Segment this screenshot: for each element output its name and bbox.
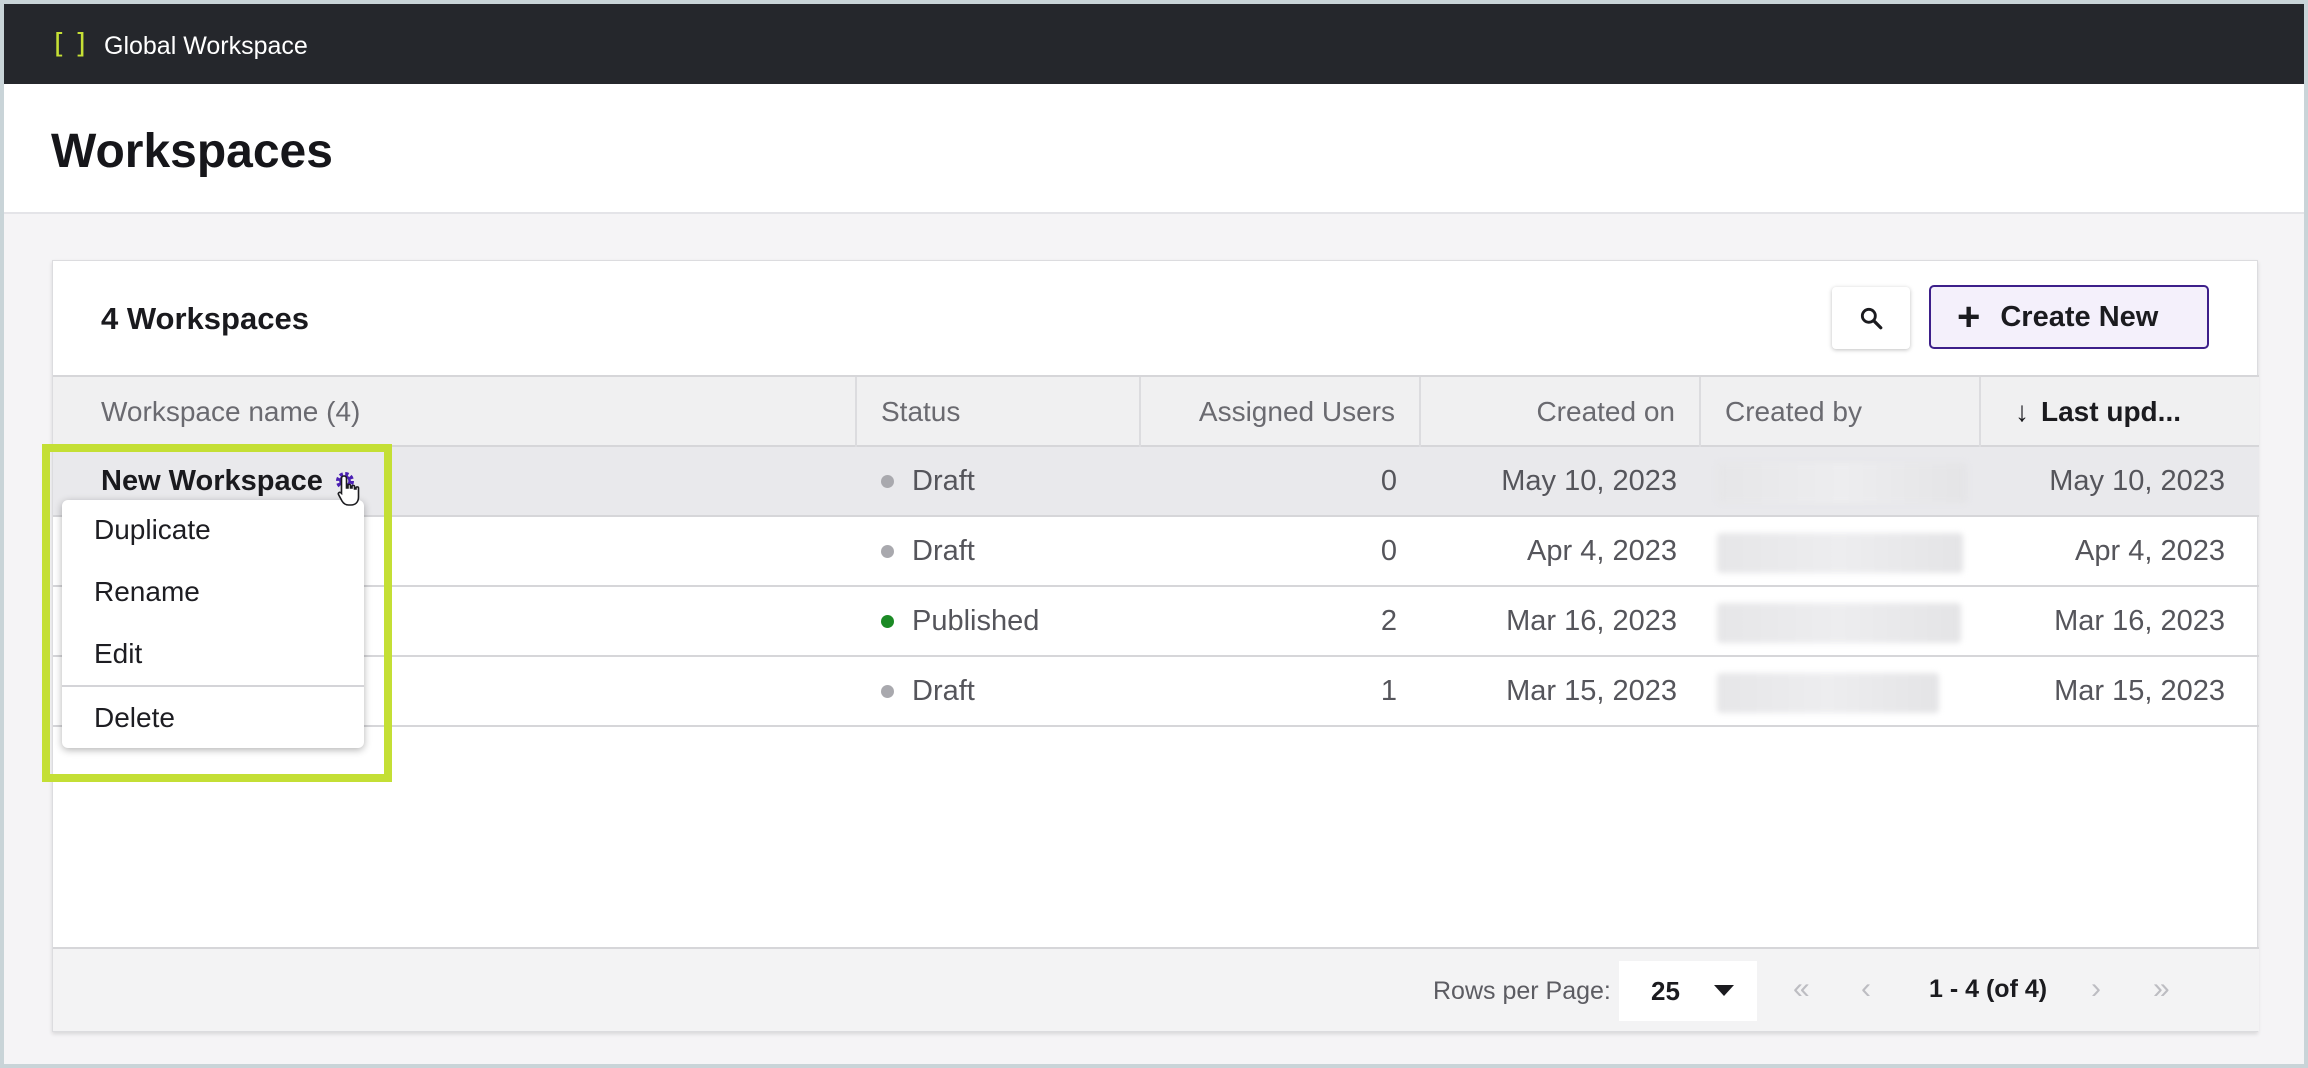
column-header-status[interactable]: Status [857,377,1141,447]
created-by-redacted [1717,673,1939,713]
create-new-button[interactable]: + Create New [1929,285,2209,349]
created-on-cell: Apr 4, 2023 [1527,534,1677,567]
rows-per-page-select[interactable]: 25 [1619,961,1757,1021]
previous-page-icon[interactable]: ‹ [1861,973,1871,1005]
created-by-redacted [1717,603,1961,643]
assigned-users-cell: 1 [1380,674,1397,707]
workspace-title[interactable]: Global Workspace [104,32,308,60]
last-updated-cell: Apr 4, 2023 [2075,534,2225,567]
status-label: Draft [912,464,975,497]
first-page-icon[interactable]: « [1793,973,1810,1005]
brand-logo-icon[interactable]: [ ] [50,27,90,60]
brand-bracket-left: [ [50,27,67,60]
rows-per-page-label: Rows per Page: [1433,977,1611,1005]
pagination-range: 1 - 4 (of 4) [1929,975,2048,1003]
status-label: Published [912,604,1040,637]
page-header: Workspaces [4,84,2304,214]
column-header-last-updated[interactable]: ↓ Last upd... [1981,377,2259,447]
last-page-icon[interactable]: » [2153,973,2170,1005]
created-by-redacted [1717,463,1967,503]
last-updated-cell: Mar 16, 2023 [2054,604,2225,637]
status-cell: Draft [881,657,975,725]
status-cell: Draft [881,517,975,585]
plus-icon: + [1957,295,1981,339]
created-on-cell: Mar 16, 2023 [1506,604,1677,637]
pagination-footer: Rows per Page: 25 « ‹ 1 - 4 (of 4) › » [53,947,2259,1031]
search-button[interactable] [1832,287,1910,349]
table-header: Workspace name (4) Status Assigned Users… [53,375,2259,447]
brand-bracket-right: ] [72,27,90,60]
status-dot-icon [881,684,894,698]
menu-item-delete[interactable]: Delete [94,702,175,734]
last-updated-cell: May 10, 2023 [2049,464,2225,497]
column-header-last-updated-label: Last upd... [2041,396,2181,427]
menu-item-duplicate[interactable]: Duplicate [94,514,211,546]
created-by-redacted [1717,533,1963,573]
page-title: Workspaces [51,125,333,178]
menu-item-edit[interactable]: Edit [94,638,142,670]
column-header-created-by[interactable]: Created by [1701,377,1981,447]
last-updated-cell: Mar 15, 2023 [2054,674,2225,707]
menu-divider [62,685,364,687]
status-dot-icon [881,544,894,558]
workspace-count-title: 4 Workspaces [101,301,309,336]
workspace-context-menu: Duplicate Rename Edit Delete [62,500,364,748]
sort-descending-icon: ↓ [2015,396,2029,427]
created-on-cell: Mar 15, 2023 [1506,674,1677,707]
created-on-cell: May 10, 2023 [1501,464,1677,497]
assigned-users-cell: 0 [1380,464,1397,497]
chevron-down-icon [1713,985,1734,996]
status-cell: Published [881,587,1039,655]
app-window: [ ] Global Workspace Workspaces 4 Worksp… [4,4,2304,1064]
column-header-workspace-name[interactable]: Workspace name (4) [53,377,857,447]
top-navigation-bar: [ ] Global Workspace [4,4,2304,84]
next-page-icon[interactable]: › [2091,973,2101,1005]
search-icon [1860,307,1883,330]
status-cell: Draft [881,447,975,515]
column-header-created-on[interactable]: Created on [1421,377,1701,447]
status-dot-icon [881,474,894,488]
hand-pointer-cursor-icon [337,475,360,506]
status-dot-icon [881,614,894,628]
assigned-users-cell: 2 [1380,604,1397,637]
assigned-users-cell: 0 [1380,534,1397,567]
rows-per-page-value: 25 [1651,975,1680,1006]
status-label: Draft [912,674,975,707]
create-new-label: Create New [2000,300,2159,333]
status-label: Draft [912,534,975,567]
column-header-assigned-users[interactable]: Assigned Users [1141,377,1421,447]
menu-item-rename[interactable]: Rename [94,576,200,608]
